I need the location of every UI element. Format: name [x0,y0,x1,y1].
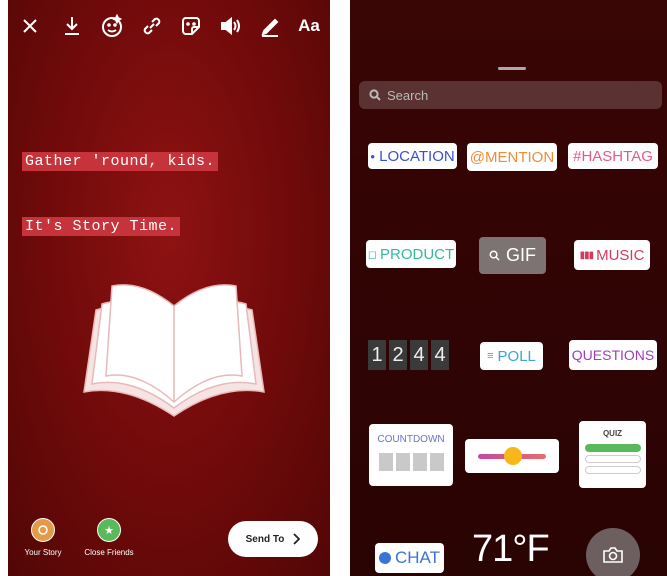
slider-track [478,446,546,465]
close-friends-button[interactable]: ★ Close Friends [76,518,142,557]
search-icon [369,89,381,101]
quiz-sticker-label: QUIZ [602,429,623,438]
quiz-sticker[interactable]: QUIZ [579,421,646,488]
mention-sticker[interactable]: @MENTION [467,143,557,171]
quiz-answer-correct [584,444,641,452]
text-tool-button[interactable]: Aa [292,10,326,42]
questions-sticker-label: QUESTIONS [571,347,655,363]
avatar-icon [38,525,48,535]
camera-icon [603,547,623,563]
camera-sticker-button[interactable] [586,528,640,576]
sticker-icon[interactable] [176,10,206,42]
draw-pen-icon[interactable] [256,10,284,42]
poll-lines-icon: ≡ [487,350,494,362]
quiz-answer [584,466,641,474]
send-to-label: Send To [245,533,285,545]
story-text-line-2[interactable]: It's Story Time. [22,217,181,236]
sound-icon[interactable] [216,10,246,42]
close-icon[interactable] [16,10,44,42]
product-sticker[interactable]: ◻ PRODUCT [366,240,456,268]
story-text-line-1[interactable]: Gather 'round, kids. [22,152,219,171]
your-story-avatar [31,518,55,542]
countdown-digit: 4 [410,340,428,370]
close-friends-label: Close Friends [84,548,134,557]
drag-handle[interactable] [498,67,526,70]
music-sticker-label: MUSIC [596,246,645,264]
questions-sticker[interactable]: QUESTIONS [569,340,657,370]
download-icon[interactable] [58,10,86,42]
product-sticker-label: PRODUCT [379,245,455,263]
your-story-button[interactable]: Your Story [18,518,68,557]
your-story-label: Your Story [24,548,62,557]
story-toolbar: Aa [8,10,330,44]
chat-sticker-label: CHAT [394,548,440,567]
mention-sticker-label: @MENTION [469,148,555,166]
heart-eyes-emoji-icon [504,446,522,465]
gif-sticker[interactable]: GIF [479,237,546,274]
face-effects-icon[interactable] [96,10,128,42]
hashtag-sticker-label: #HASHTAG [573,147,653,165]
countdown-digits-sticker[interactable]: 1 2 4 4 [368,340,449,370]
gif-sticker-label: GIF [506,245,536,265]
book-sticker[interactable] [76,280,266,420]
star-icon: ★ [104,524,114,537]
sticker-tray-panel: ● LOCATION @MENTION #HASHTAG ◻ PRODUCT G… [350,0,667,576]
music-bars-icon: ▮▮▮ [579,249,594,261]
countdown-digit: 1 [368,340,386,370]
send-to-button[interactable]: Send To [228,521,318,557]
text-tool-label: Aa [298,16,320,35]
countdown-digit: 2 [389,340,407,370]
link-icon[interactable] [138,10,166,42]
poll-sticker-label: POLL [497,347,536,365]
countdown-boxes [378,453,444,471]
poll-sticker[interactable]: ≡ POLL [480,342,543,370]
temperature-sticker[interactable]: 71°F [472,528,550,571]
quiz-answer [584,455,641,463]
sticker-search-bar[interactable] [359,81,662,109]
location-sticker-label: LOCATION [379,147,455,165]
hashtag-sticker[interactable]: #HASHTAG [568,143,658,169]
countdown-sticker-label: COUNTDOWN [377,434,445,445]
chat-sticker[interactable]: CHAT [375,543,444,573]
countdown-digit: 4 [431,340,449,370]
emoji-slider-sticker[interactable] [465,439,559,473]
sticker-search-input[interactable] [387,87,627,103]
search-icon [489,250,500,261]
chat-bubble-icon [378,552,391,564]
shopping-bag-icon: ◻ [367,248,377,261]
close-friends-star: ★ [97,518,121,542]
story-editor-panel: Aa Gather 'round, kids. It's Story Time.… [8,0,330,576]
location-pin-icon: ● [370,151,376,161]
music-sticker[interactable]: ▮▮▮ MUSIC [574,240,650,270]
countdown-sticker[interactable]: COUNTDOWN [369,424,453,486]
chevron-right-icon [293,533,301,545]
location-sticker[interactable]: ● LOCATION [368,143,457,169]
